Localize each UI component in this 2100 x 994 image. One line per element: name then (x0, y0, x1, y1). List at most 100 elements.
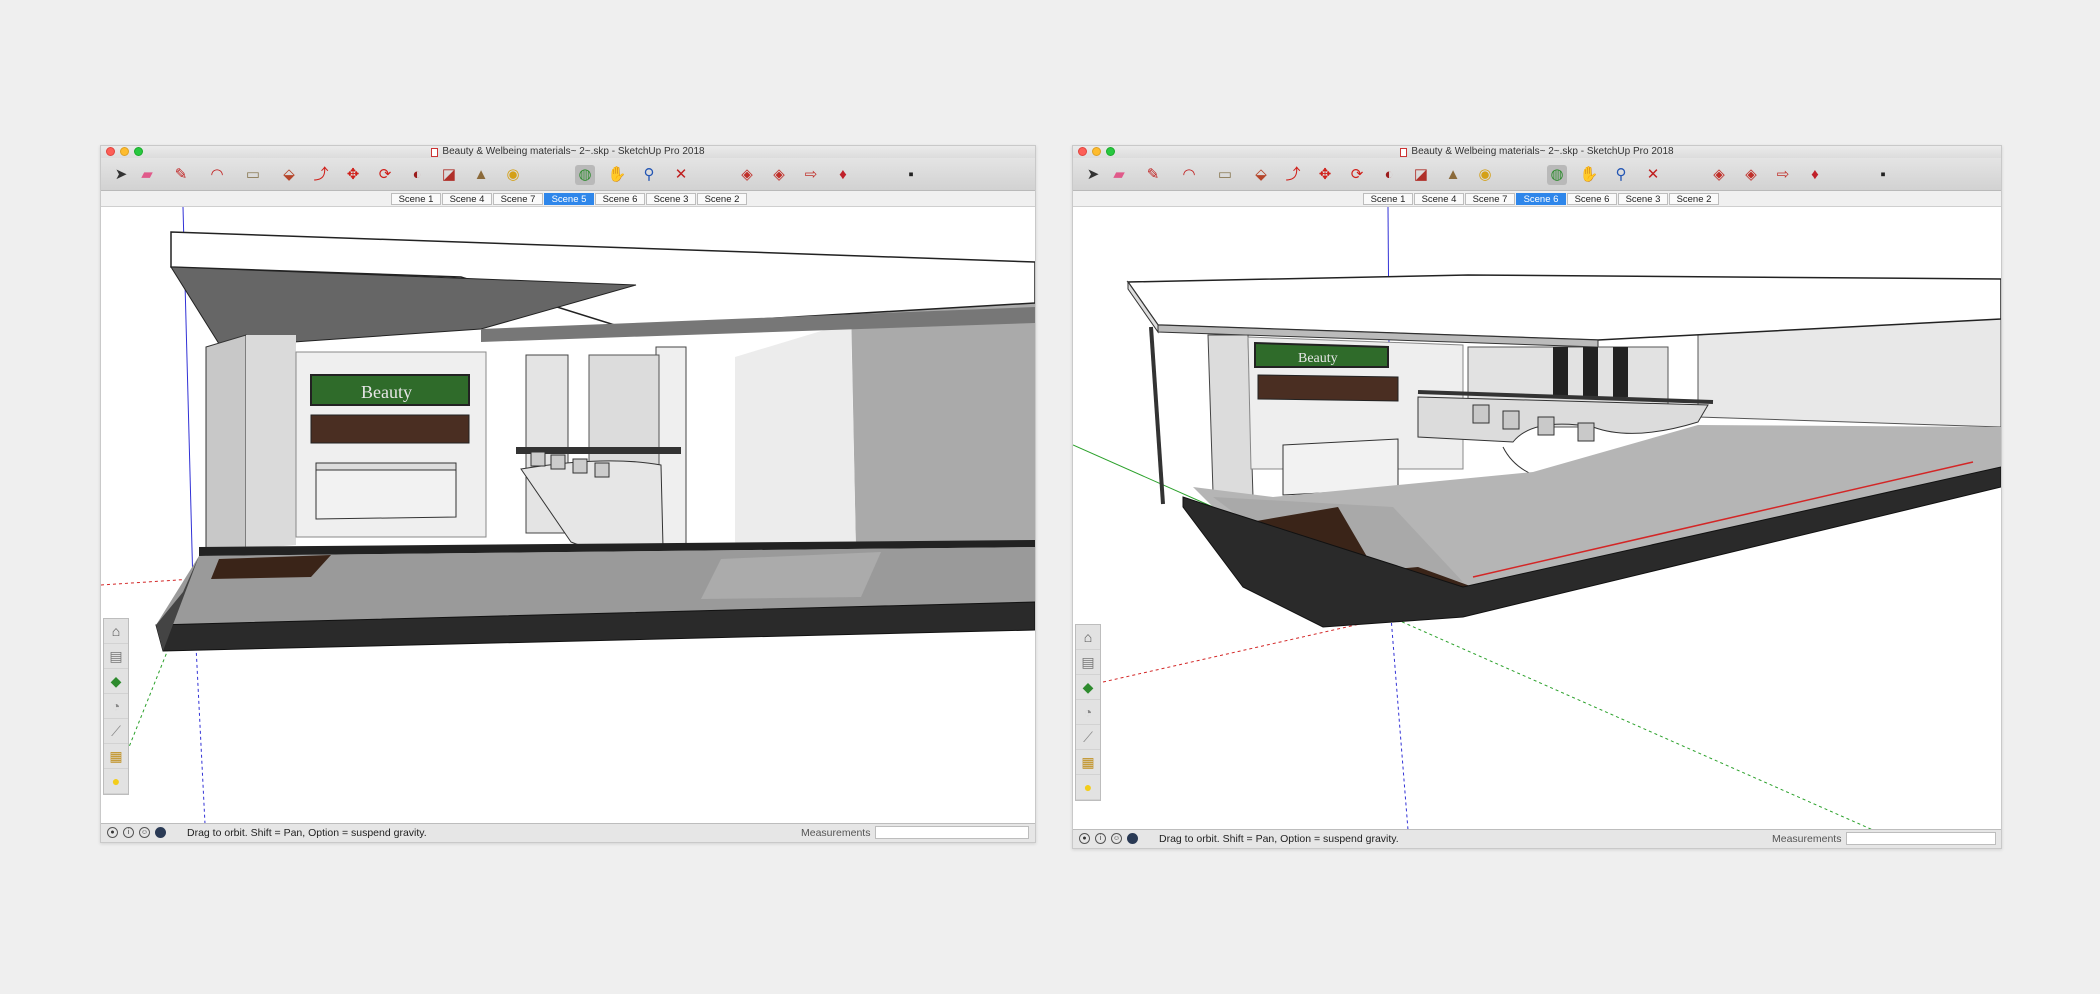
offset-icon[interactable]: ⤴ (1283, 165, 1303, 185)
tab-scene-1[interactable]: Scene 1 (1363, 193, 1413, 205)
tab-scene-4[interactable]: Scene 4 (1414, 193, 1464, 205)
zoom-extents-icon[interactable]: ✕ (671, 165, 691, 185)
materials-icon[interactable]: ◆ (1076, 675, 1100, 700)
tab-scene-6[interactable]: Scene 6 (595, 193, 645, 205)
warehouse-icon[interactable]: ◈ (737, 165, 757, 185)
zoom-icon[interactable]: ⚲ (639, 165, 659, 185)
extension-manager-icon[interactable]: ♦ (1805, 165, 1825, 185)
tab-scene-3[interactable]: Scene 3 (1618, 193, 1668, 205)
scale-icon[interactable]: ◪ (1411, 165, 1431, 185)
title-bar[interactable]: Beauty & Welbeing materials~ 2~.skp - Sk… (1073, 146, 2001, 158)
tab-scene-5[interactable]: Scene 5 (544, 193, 594, 205)
sign-text: Beauty (361, 382, 412, 402)
section-plane-icon[interactable]: ▤ (1076, 650, 1100, 675)
send-to-layout-icon[interactable]: ⇨ (801, 165, 821, 185)
follow-me-icon[interactable]: ◐ (1379, 165, 1399, 185)
light-bulb-icon[interactable]: ● (104, 769, 128, 794)
eraser-icon[interactable]: ▰ (1109, 165, 1129, 185)
close-window-button[interactable] (106, 147, 115, 156)
select-arrow-icon[interactable]: ➤ (1083, 165, 1103, 185)
extension-manager-icon[interactable]: ♦ (833, 165, 853, 185)
wood-shelf-panel (310, 414, 470, 444)
rectangle-icon[interactable]: ▭ (243, 165, 263, 185)
credits-icon[interactable]: i (123, 827, 134, 838)
tab-scene-3[interactable]: Scene 3 (646, 193, 696, 205)
zoom-extents-icon[interactable]: ✕ (1643, 165, 1663, 185)
tape-measure-icon[interactable]: ▲ (471, 165, 491, 185)
warehouse-icon[interactable]: ◈ (1709, 165, 1729, 185)
extension-warehouse-icon[interactable]: ◈ (769, 165, 789, 185)
extension-warehouse-icon[interactable]: ◈ (1741, 165, 1761, 185)
zoom-window-button[interactable] (1106, 147, 1115, 156)
layers-icon[interactable]: ▦ (1076, 750, 1100, 775)
dimension-icon[interactable]: ⟋ (1076, 725, 1100, 750)
standard-views-icon[interactable]: ⌂ (1076, 625, 1100, 650)
zoom-window-button[interactable] (134, 147, 143, 156)
paint-bucket-icon[interactable]: ◉ (1475, 165, 1495, 185)
push-pull-icon[interactable]: ⬙ (279, 165, 299, 185)
minimize-window-button[interactable] (1092, 147, 1101, 156)
arc-icon[interactable]: ◠ (207, 165, 227, 185)
tab-scene-6[interactable]: Scene 6 (1567, 193, 1617, 205)
zoom-icon[interactable]: ⚲ (1611, 165, 1631, 185)
scale-icon[interactable]: ◪ (439, 165, 459, 185)
style-toggle-icon[interactable]: ▪ (901, 165, 921, 185)
pencil-line-icon[interactable]: ✎ (1143, 165, 1163, 185)
follow-me-icon[interactable]: ◐ (407, 165, 427, 185)
red-axis (101, 578, 194, 586)
paint-bucket-icon[interactable]: ◉ (503, 165, 523, 185)
pencil-line-icon[interactable]: ✎ (171, 165, 191, 185)
shadows-icon[interactable]: ◔ (104, 694, 128, 719)
style-toggle-icon[interactable]: ▪ (1873, 165, 1893, 185)
orbit-icon[interactable]: ◍ (575, 165, 595, 185)
standard-views-icon[interactable]: ⌂ (104, 619, 128, 644)
user-account-icon[interactable]: ☺ (139, 827, 150, 838)
red-axis (1102, 616, 1392, 683)
minimize-window-button[interactable] (120, 147, 129, 156)
rotate-icon[interactable]: ⟳ (375, 165, 395, 185)
move-icon[interactable]: ✥ (1315, 165, 1335, 185)
tab-scene-2[interactable]: Scene 2 (697, 193, 747, 205)
offset-icon[interactable]: ⤴ (311, 165, 331, 185)
geo-location-icon[interactable]: ● (107, 827, 118, 838)
rectangle-icon[interactable]: ▭ (1215, 165, 1235, 185)
tab-scene-1[interactable]: Scene 1 (391, 193, 441, 205)
section-plane-icon[interactable]: ▤ (104, 644, 128, 669)
geo-location-icon[interactable]: ● (1079, 833, 1090, 844)
measurements-input[interactable] (875, 826, 1029, 839)
pan-icon[interactable]: ✋ (607, 165, 627, 185)
credits-icon[interactable]: i (1095, 833, 1106, 844)
status-bar: ● i ☺ Drag to orbit. Shift = Pan, Option… (1073, 829, 2001, 848)
instructor-icon[interactable] (155, 827, 166, 838)
light-bulb-icon[interactable]: ● (1076, 775, 1100, 800)
send-to-layout-icon[interactable]: ⇨ (1773, 165, 1793, 185)
tab-scene-4[interactable]: Scene 4 (442, 193, 492, 205)
instructor-icon[interactable] (1127, 833, 1138, 844)
window-title: Beauty & Welbeing materials~ 2~.skp - Sk… (1411, 146, 1674, 157)
user-account-icon[interactable]: ☺ (1111, 833, 1122, 844)
title-bar[interactable]: Beauty & Welbeing materials~ 2~.skp - Sk… (101, 146, 1035, 158)
tab-scene-6-active[interactable]: Scene 6 (1516, 193, 1566, 205)
move-icon[interactable]: ✥ (343, 165, 363, 185)
shadows-icon[interactable]: ◔ (1076, 700, 1100, 725)
dimension-icon[interactable]: ⟋ (104, 719, 128, 744)
rotate-icon[interactable]: ⟳ (1347, 165, 1367, 185)
push-pull-icon[interactable]: ⬙ (1251, 165, 1271, 185)
pan-icon[interactable]: ✋ (1579, 165, 1599, 185)
tape-measure-icon[interactable]: ▲ (1443, 165, 1463, 185)
left-vertical-toolbar: ⌂ ▤ ◆ ◔ ⟋ ▦ ● (103, 618, 129, 795)
arc-icon[interactable]: ◠ (1179, 165, 1199, 185)
layers-icon[interactable]: ▦ (104, 744, 128, 769)
tab-scene-7[interactable]: Scene 7 (493, 193, 543, 205)
select-arrow-icon[interactable]: ➤ (111, 165, 131, 185)
materials-icon[interactable]: ◆ (104, 669, 128, 694)
measurements-input[interactable] (1846, 832, 1996, 845)
tab-scene-7[interactable]: Scene 7 (1465, 193, 1515, 205)
orbit-icon[interactable]: ◍ (1547, 165, 1567, 185)
eraser-icon[interactable]: ▰ (137, 165, 157, 185)
main-toolbar: ➤ ▰ ✎ ◠ ▭ ⬙ ⤴ ✥ ⟳ ◐ ◪ ▲ ◉ ◍ ✋ ⚲ ✕ ◈ ◈ ⇨ … (101, 158, 1035, 191)
tab-scene-2[interactable]: Scene 2 (1669, 193, 1719, 205)
model-viewport[interactable]: Beauty (101, 207, 1035, 824)
close-window-button[interactable] (1078, 147, 1087, 156)
model-viewport[interactable]: Beauty (1073, 207, 2001, 830)
